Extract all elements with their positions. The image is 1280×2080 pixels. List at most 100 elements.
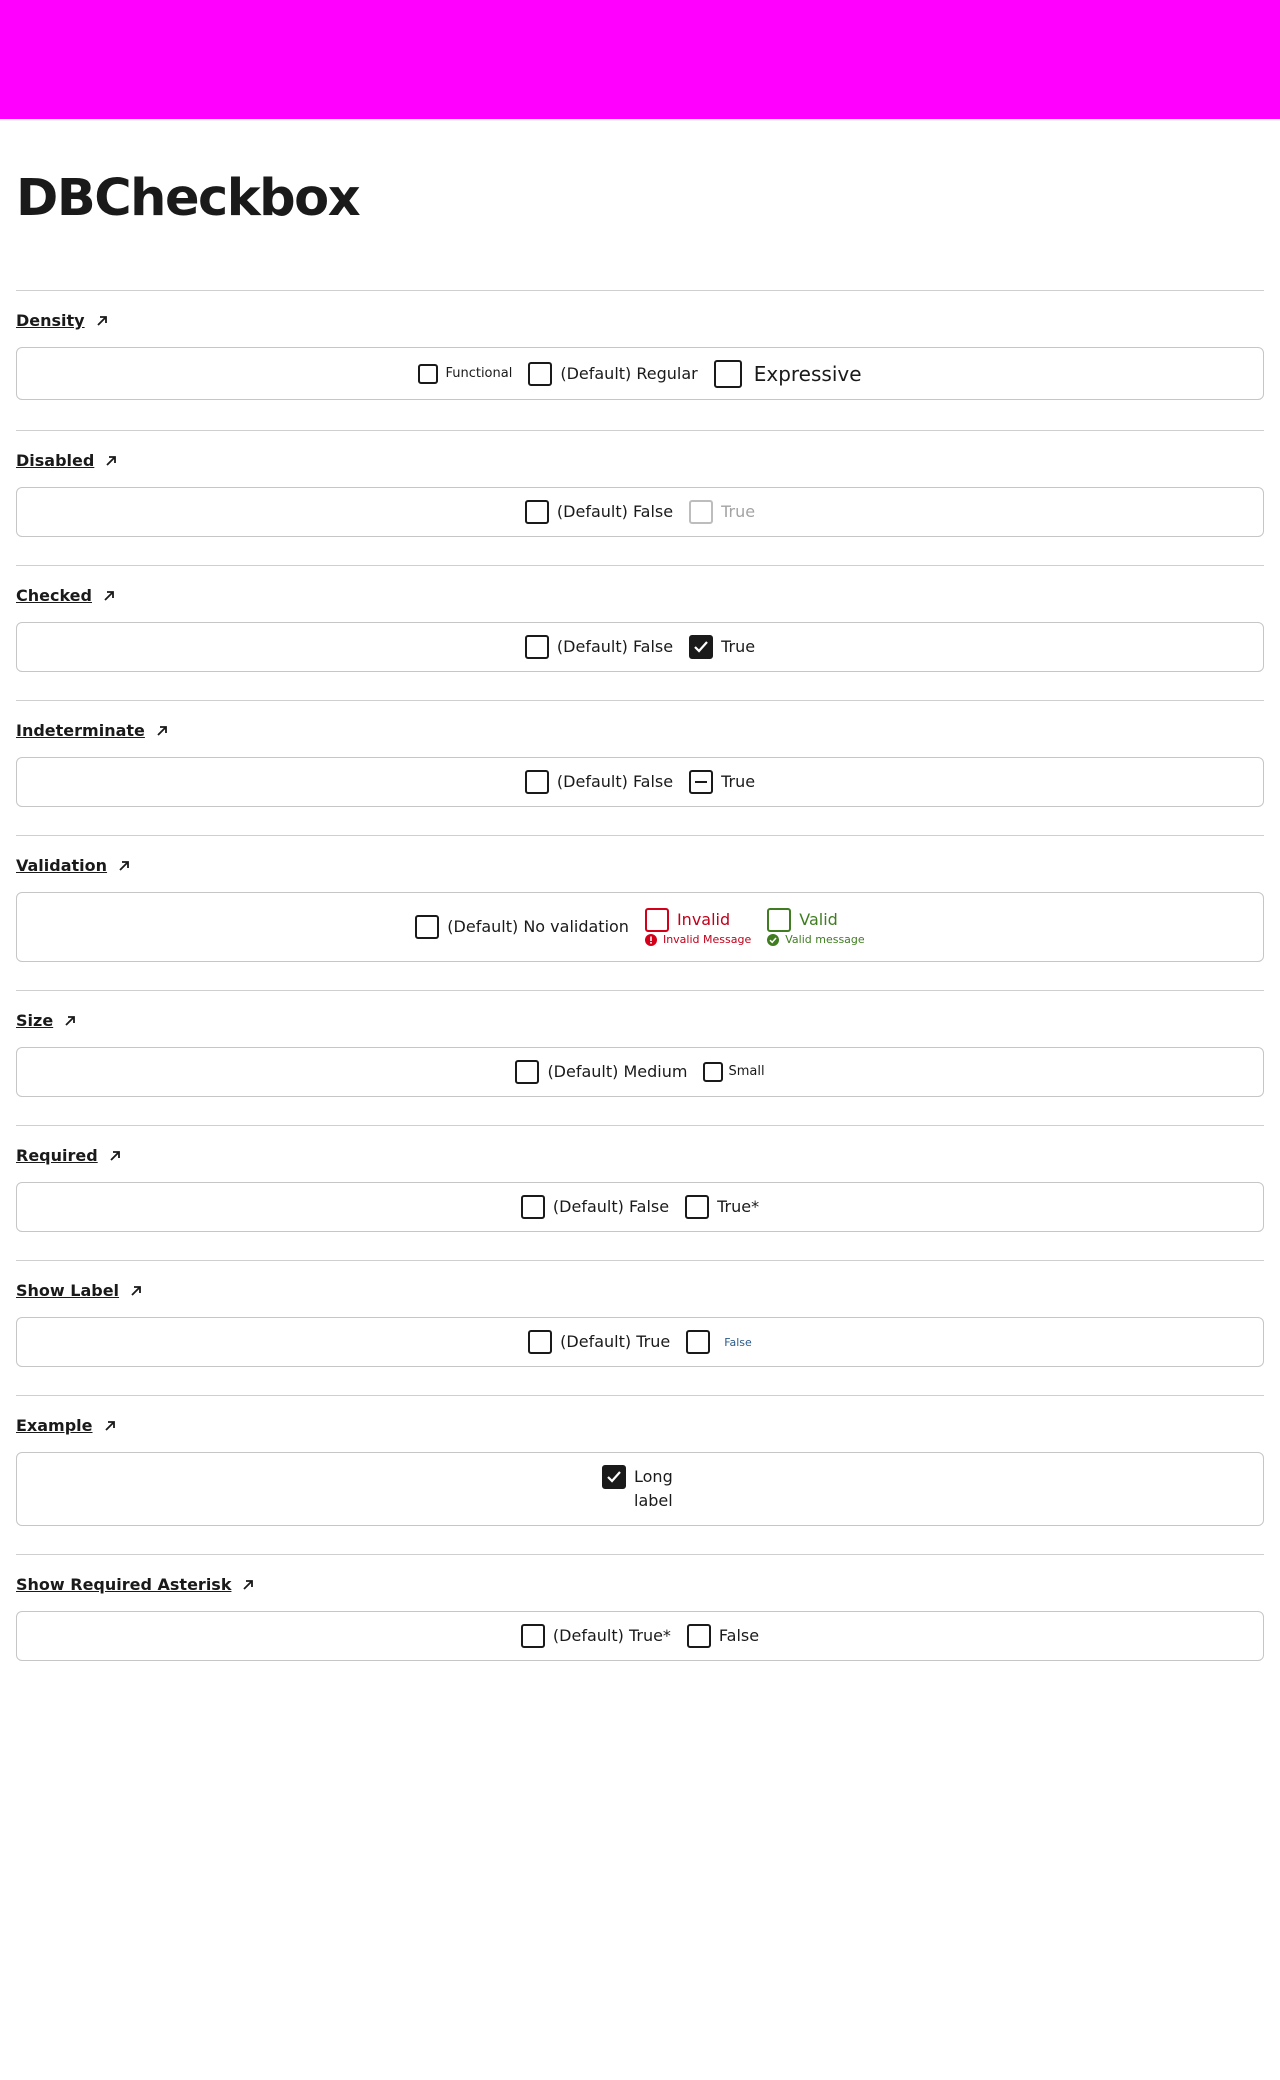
checkbox-required-false[interactable]: (Default) False: [520, 1195, 670, 1219]
external-link-arrow-icon: [65, 1016, 76, 1026]
checkbox-box[interactable]: [686, 1624, 711, 1648]
external-link-arrow-icon: [157, 726, 167, 736]
section-heading-show-label[interactable]: Show Label: [16, 1279, 143, 1303]
checkbox-label: True: [721, 637, 756, 656]
section-divider: [16, 1125, 1264, 1126]
checkbox-indeterminate-false[interactable]: (Default) False: [524, 770, 674, 794]
valid-message-text: Valid message: [785, 932, 865, 946]
header-band: [0, 0, 1280, 119]
example-box: Long label: [16, 1452, 1264, 1526]
section-heading-show-required-asterisk[interactable]: Show Required Asterisk: [16, 1573, 255, 1597]
checkbox-label: Valid: [799, 909, 838, 929]
checkbox-size-small[interactable]: Small: [703, 1060, 765, 1084]
validation-example-box: (Default) No validation Invalid Invalid …: [16, 892, 1264, 962]
page-title: DBCheckbox: [16, 169, 361, 228]
section-heading-required[interactable]: Required: [16, 1144, 122, 1168]
checkbox-show-label-false[interactable]: False: [686, 1330, 752, 1354]
checkbox-box-indeterminate[interactable]: [689, 770, 714, 794]
checkbox-valid[interactable]: Valid: [767, 907, 838, 932]
checkbox-label: Small: [728, 1064, 765, 1079]
checkbox-invalid[interactable]: Invalid: [644, 907, 731, 932]
section-heading-indeterminate[interactable]: Indeterminate: [16, 719, 169, 743]
checkbox-box: [689, 500, 714, 524]
checkbox-expressive[interactable]: Expressive: [713, 359, 862, 388]
section-heading-label: Example: [16, 1416, 93, 1435]
checkbox-size-medium[interactable]: (Default) Medium: [515, 1060, 687, 1084]
checkbox-label: Invalid: [676, 909, 731, 929]
section-heading-label: Density: [16, 311, 85, 330]
show-required-asterisk-example-box: (Default) True* False: [16, 1611, 1264, 1661]
checkbox-disabled-false[interactable]: (Default) False: [524, 500, 673, 524]
external-link-arrow-icon: [243, 1580, 254, 1590]
checkbox-no-validation[interactable]: (Default) No validation: [415, 915, 629, 939]
checkbox-checked-false[interactable]: (Default) False: [524, 635, 673, 659]
checkbox-box[interactable]: [644, 907, 669, 932]
checkbox-regular[interactable]: (Default) Regular: [528, 361, 698, 386]
checkbox-box[interactable]: [524, 770, 549, 794]
section-divider: [16, 835, 1264, 836]
required-example-box: (Default) False True*: [16, 1182, 1264, 1232]
section-heading-density[interactable]: Density: [16, 309, 109, 333]
checkbox-box[interactable]: [520, 1624, 545, 1648]
checkbox-label: (Default) False: [556, 772, 674, 791]
checkbox-box[interactable]: [415, 915, 440, 939]
density-example-box: Functional (Default) Regular Expressive: [16, 347, 1264, 400]
checkbox-box[interactable]: [524, 500, 549, 524]
external-link-arrow-icon: [110, 1151, 120, 1161]
invalid-message: Invalid Message: [644, 932, 752, 947]
checkbox-label: Expressive: [753, 361, 862, 386]
checkbox-box[interactable]: [685, 1195, 710, 1219]
size-example-box: (Default) Medium Small: [16, 1047, 1264, 1097]
section-divider: [16, 1260, 1264, 1261]
checkbox-label: (Default) No validation: [447, 917, 629, 936]
checkbox-box-checked[interactable]: [602, 1465, 626, 1489]
checkbox-box[interactable]: [528, 1330, 553, 1354]
checkbox-label: (Default) False: [552, 1197, 670, 1216]
checkbox-box[interactable]: [686, 1330, 711, 1354]
checkbox-label: True*: [717, 1197, 760, 1216]
checkbox-label: (Default) Regular: [560, 363, 698, 383]
checkbox-asterisk-false[interactable]: False: [686, 1624, 759, 1648]
checkbox-functional[interactable]: Functional: [418, 362, 512, 386]
checkbox-box[interactable]: [767, 907, 792, 932]
checkbox-label: (Default) True: [560, 1332, 671, 1351]
section-heading-validation[interactable]: Validation: [16, 854, 131, 878]
checkbox-label: (Default) Medium: [547, 1062, 688, 1081]
section-heading-example[interactable]: Example: [16, 1414, 117, 1438]
checkbox-box[interactable]: [528, 361, 553, 386]
checkmark-icon: [607, 1471, 621, 1483]
checkbox-box[interactable]: [418, 363, 439, 384]
checkbox-box[interactable]: [524, 635, 549, 659]
section-divider: [16, 1554, 1264, 1555]
invalid-checkbox-group: Invalid Invalid Message: [644, 907, 752, 947]
checkbox-box-checked[interactable]: [689, 635, 714, 659]
section-heading-label: Show Required Asterisk: [16, 1575, 232, 1594]
external-link-arrow-icon: [106, 456, 117, 466]
section-heading-checked[interactable]: Checked: [16, 584, 116, 608]
checkbox-show-label-true[interactable]: (Default) True: [528, 1330, 670, 1354]
external-link-arrow-icon: [104, 1421, 115, 1431]
section-heading-size[interactable]: Size: [16, 1009, 77, 1033]
checkbox-label: True: [721, 502, 756, 521]
checked-example-box: (Default) False True: [16, 622, 1264, 672]
section-heading-label: Disabled: [16, 451, 95, 470]
checkbox-hidden-label: False: [724, 1335, 752, 1349]
checkbox-required-true[interactable]: True*: [685, 1195, 759, 1219]
checkbox-box[interactable]: [713, 359, 742, 388]
section-divider: [16, 290, 1264, 291]
checkbox-asterisk-true[interactable]: (Default) True*: [520, 1624, 671, 1648]
checkbox-box[interactable]: [520, 1195, 545, 1219]
section-heading-disabled[interactable]: Disabled: [16, 449, 118, 473]
checkbox-indeterminate-true[interactable]: True: [689, 770, 755, 794]
invalid-message-text: Invalid Message: [662, 932, 752, 946]
checkbox-disabled-true: True: [689, 500, 755, 524]
show-label-example-box: (Default) True False: [16, 1317, 1264, 1367]
disabled-example-box: (Default) False True: [16, 487, 1264, 537]
checkbox-label: True: [721, 772, 756, 791]
section-divider: [16, 990, 1264, 991]
checkbox-box[interactable]: [703, 1062, 724, 1082]
checkbox-box[interactable]: [515, 1060, 540, 1084]
checkbox-checked-true[interactable]: True: [689, 635, 755, 659]
checkbox-long-label[interactable]: Long label: [602, 1465, 678, 1513]
external-link-arrow-icon: [119, 861, 129, 871]
